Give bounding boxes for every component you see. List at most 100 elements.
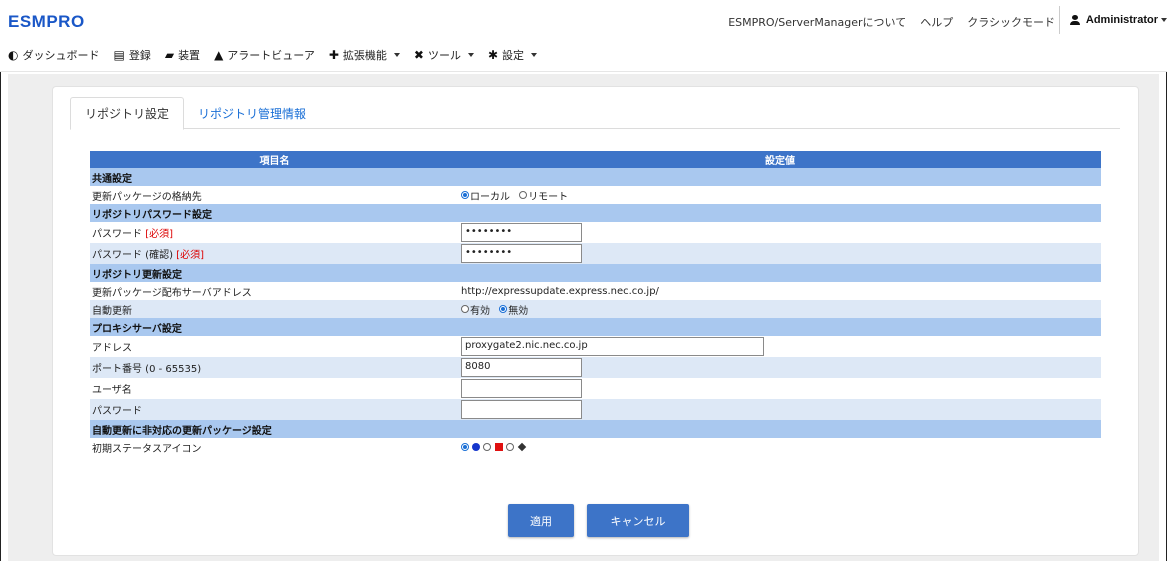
dashboard-icon: ◐ bbox=[8, 47, 19, 62]
auto-update-disabled-option[interactable]: 無効 bbox=[499, 302, 528, 317]
table-row: 初期ステータスアイコン bbox=[90, 438, 1101, 456]
table-row: ユーザ名 bbox=[90, 378, 1101, 399]
proxy-user-label: ユーザ名 bbox=[90, 378, 459, 399]
nav-label: ダッシュボード bbox=[22, 48, 100, 62]
chevron-down-icon bbox=[393, 52, 400, 57]
storage-label: 更新パッケージの格納先 bbox=[90, 186, 459, 204]
nav-tools[interactable]: ✖ ツール bbox=[414, 47, 474, 63]
server-address-label: 更新パッケージ配布サーバアドレス bbox=[90, 282, 459, 300]
storage-local-option[interactable]: ローカル bbox=[461, 188, 510, 203]
alert-icon: ▲ bbox=[214, 47, 224, 62]
nav-label: 装置 bbox=[178, 48, 201, 62]
section-row: プロキシサーバ設定 bbox=[90, 318, 1101, 336]
auto-disabled-label: 無効 bbox=[508, 305, 529, 317]
nav-dashboard[interactable]: ◐ ダッシュボード bbox=[8, 47, 99, 63]
password-label-cell: パスワード [必須] bbox=[90, 222, 459, 243]
user-icon bbox=[1070, 15, 1080, 25]
proxy-user-field[interactable] bbox=[461, 379, 582, 398]
proxy-password-label: パスワード bbox=[90, 399, 459, 420]
proxy-address-label: アドレス bbox=[90, 336, 459, 357]
device-icon: ▰ bbox=[164, 47, 175, 62]
gear-icon: ✱ bbox=[487, 47, 499, 62]
user-menu[interactable]: Administrator bbox=[1059, 6, 1167, 34]
radio-checked-icon[interactable] bbox=[461, 191, 469, 199]
password-confirm-field[interactable]: •••••••• bbox=[461, 244, 582, 263]
section-proxy: プロキシサーバ設定 bbox=[90, 318, 1101, 336]
auto-update-label: 自動更新 bbox=[90, 300, 459, 318]
blue-circle-icon bbox=[472, 442, 481, 451]
proxy-port-label: ポート番号 (0 - 65535) bbox=[90, 357, 459, 378]
help-link[interactable]: ヘルプ bbox=[920, 14, 953, 30]
classic-mode-link[interactable]: クラシックモード bbox=[967, 14, 1055, 30]
table-row: 自動更新 有効 無効 bbox=[90, 300, 1101, 318]
password-label: パスワード bbox=[92, 229, 142, 240]
nav-alert-viewer[interactable]: ▲ アラートビューア bbox=[214, 47, 315, 63]
plus-icon: ✚ bbox=[328, 47, 339, 62]
table-row: 更新パッケージ配布サーバアドレス http://expressupdate.ex… bbox=[90, 282, 1101, 300]
auto-update-options: 有効 無効 bbox=[459, 300, 1101, 318]
nav-settings[interactable]: ✱ 設定 bbox=[487, 47, 538, 63]
table-row: パスワード (確認) [必須] •••••••• bbox=[90, 243, 1101, 264]
table-row: 更新パッケージの格納先 ローカル リモート bbox=[90, 186, 1101, 204]
user-name: Administrator bbox=[1085, 14, 1158, 26]
storage-remote-label: リモート bbox=[528, 191, 569, 203]
top-header: ESMPRO ESMPRO/ServerManagerについて ヘルプ クラシッ… bbox=[0, 0, 1167, 38]
radio-unchecked-icon[interactable] bbox=[505, 442, 514, 451]
storage-remote-option[interactable]: リモート bbox=[519, 188, 568, 203]
chevron-down-icon bbox=[1161, 18, 1167, 22]
tab-bar: リポジトリ設定 リポジトリ管理情報 bbox=[70, 97, 1120, 130]
proxy-password-field[interactable] bbox=[461, 400, 582, 419]
radio-checked-icon[interactable] bbox=[499, 305, 508, 313]
black-diamond-icon bbox=[517, 442, 527, 451]
section-common: 共通設定 bbox=[90, 168, 1101, 186]
required-badge: [必須] bbox=[145, 229, 173, 240]
section-row: リポジトリパスワード設定 bbox=[90, 204, 1101, 222]
apply-button[interactable]: 適用 bbox=[508, 504, 574, 537]
red-square-icon bbox=[494, 442, 503, 451]
nav-label: 設定 bbox=[502, 48, 525, 62]
radio-unchecked-icon[interactable] bbox=[461, 305, 469, 313]
radio-checked-icon[interactable] bbox=[461, 442, 469, 451]
password-confirm-label-cell: パスワード (確認) [必須] bbox=[90, 243, 459, 264]
table-row: ポート番号 (0 - 65535) 8080 bbox=[90, 357, 1101, 378]
brand-logo[interactable]: ESMPRO bbox=[8, 12, 85, 32]
about-link[interactable]: ESMPRO/ServerManagerについて bbox=[728, 14, 906, 30]
auto-enabled-label: 有効 bbox=[470, 305, 490, 317]
proxy-port-field[interactable]: 8080 bbox=[461, 358, 582, 377]
nav-register[interactable]: ▤ 登録 bbox=[113, 47, 150, 63]
column-header-item: 項目名 bbox=[90, 151, 459, 168]
radio-unchecked-icon[interactable] bbox=[483, 442, 492, 451]
table-row: パスワード bbox=[90, 399, 1101, 420]
section-password: リポジトリパスワード設定 bbox=[90, 204, 1101, 222]
auto-update-enabled-option[interactable]: 有効 bbox=[461, 302, 490, 317]
nav-extensions[interactable]: ✚ 拡張機能 bbox=[329, 47, 400, 63]
radio-unchecked-icon[interactable] bbox=[519, 191, 528, 199]
tab-repository-settings[interactable]: リポジトリ設定 bbox=[70, 97, 185, 130]
settings-table: 項目名 設定値 共通設定 更新パッケージの格納先 ローカル リモート リポジトリ… bbox=[90, 151, 1101, 456]
password-field[interactable]: •••••••• bbox=[461, 223, 582, 242]
status-icon-options bbox=[459, 438, 1101, 456]
cancel-button[interactable]: キャンセル bbox=[587, 504, 689, 537]
settings-panel: リポジトリ設定 リポジトリ管理情報 項目名 設定値 共通設定 更新パッケージの格… bbox=[52, 86, 1139, 556]
tools-icon: ✖ bbox=[413, 47, 424, 62]
tab-repository-info[interactable]: リポジトリ管理情報 bbox=[184, 97, 320, 129]
section-row: 自動更新に非対応の更新パッケージ設定 bbox=[90, 420, 1101, 438]
main-nav: ◐ ダッシュボード ▤ 登録 ▰ 装置 ▲ アラートビューア ✚ 拡張機能 ✖ … bbox=[0, 38, 1167, 72]
section-row: 共通設定 bbox=[90, 168, 1101, 186]
table-row: アドレス proxygate2.nic.nec.co.jp bbox=[90, 336, 1101, 357]
nav-label: 拡張機能 bbox=[342, 48, 387, 62]
required-badge: [必須] bbox=[176, 250, 204, 261]
register-icon: ▤ bbox=[113, 47, 125, 62]
column-header-value: 設定値 bbox=[459, 151, 1101, 168]
storage-options: ローカル リモート bbox=[459, 186, 1101, 204]
nav-device[interactable]: ▰ 装置 bbox=[165, 47, 200, 63]
section-update: リポジトリ更新設定 bbox=[90, 264, 1101, 282]
server-address-value: http://expressupdate.express.nec.co.jp/ bbox=[459, 282, 1101, 300]
header-links: ESMPRO/ServerManagerについて ヘルプ クラシックモード bbox=[728, 14, 1055, 30]
status-icon-label: 初期ステータスアイコン bbox=[90, 438, 459, 456]
password-confirm-label: パスワード (確認) bbox=[92, 250, 173, 261]
proxy-address-field[interactable]: proxygate2.nic.nec.co.jp bbox=[461, 337, 764, 356]
nav-label: 登録 bbox=[128, 48, 151, 62]
chevron-down-icon bbox=[531, 52, 538, 57]
storage-local-label: ローカル bbox=[470, 191, 510, 203]
